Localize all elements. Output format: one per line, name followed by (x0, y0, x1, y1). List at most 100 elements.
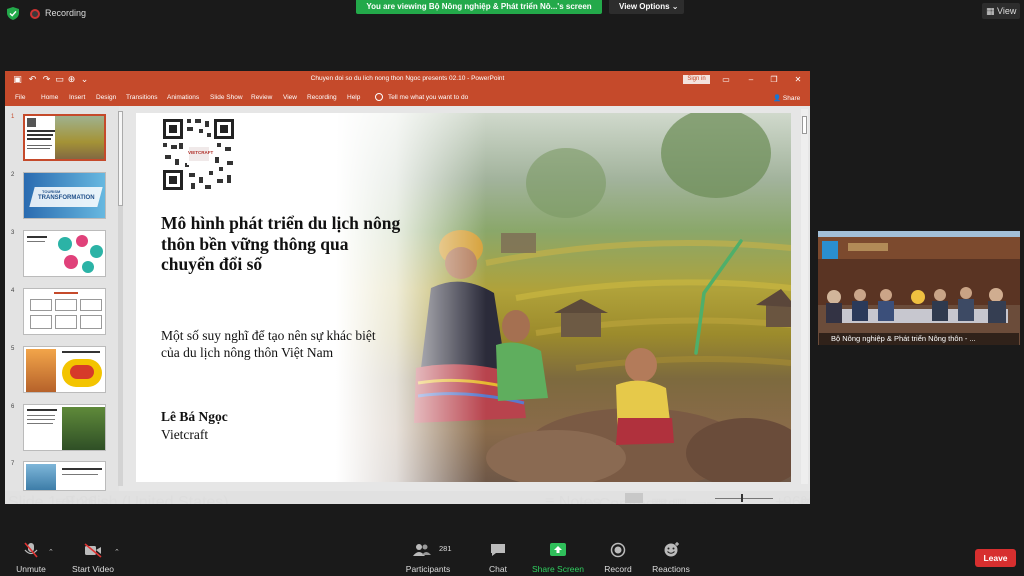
grid-icon: ▦ (986, 6, 995, 16)
thumb-text-line (27, 409, 57, 411)
lightbulb-icon[interactable] (375, 93, 383, 101)
thumb-photo (62, 407, 105, 450)
slide-sorter-icon[interactable]: ▦ (651, 494, 666, 504)
thumb-text-line (27, 148, 50, 149)
slide-subtitle[interactable]: Một số suy nghĩ để tạo nên sự khác biệt … (161, 328, 381, 361)
share-button[interactable]: 👤 Share (773, 94, 800, 102)
tab-animations[interactable]: Animations (167, 94, 199, 101)
thumb-number: 3 (11, 230, 15, 236)
fit-slide-icon[interactable]: ⊡ (800, 494, 810, 504)
slide-thumbnail-6[interactable] (23, 404, 106, 451)
thumb-number: 7 (11, 461, 15, 467)
slide-scrollbar[interactable] (801, 109, 808, 484)
thumb-text-line (27, 138, 51, 140)
qr-thumb-icon (27, 118, 36, 127)
slide-organization[interactable]: Vietcraft (161, 427, 208, 443)
thumb-text-line (27, 236, 47, 238)
chat-bubble-icon (491, 544, 505, 556)
microphone-muted-icon (24, 542, 38, 558)
share-label: Share (782, 95, 801, 102)
thumb-text-line (62, 474, 98, 475)
slide-author[interactable]: Lê Bá Ngọc (161, 409, 228, 425)
thumb-number: 1 (11, 114, 15, 120)
participants-icon (412, 544, 431, 556)
reading-view-icon[interactable]: ▥ (672, 494, 687, 504)
language-indicator[interactable]: English (United States) (65, 494, 229, 504)
tab-view[interactable]: View (283, 94, 297, 101)
current-slide[interactable]: VIETCRAFT Mô hình phát triển du lịch nôn… (136, 113, 791, 482)
view-options-button[interactable]: View Options ⌄ (609, 0, 684, 14)
participant-video-tile[interactable] (818, 231, 1020, 345)
thumb-bubble (58, 237, 72, 251)
tab-transitions[interactable]: Transitions (126, 94, 158, 101)
unmute-label: Unmute (16, 564, 46, 574)
thumb-box (55, 315, 77, 329)
tab-slide-show[interactable]: Slide Show (210, 94, 243, 101)
slide-title[interactable]: Mô hình phát triển du lịch nông thôn bền… (161, 213, 406, 275)
zoom-slider-handle[interactable] (741, 494, 743, 502)
zoom-out-icon[interactable]: – (707, 494, 716, 504)
thumb-bubble (76, 235, 88, 247)
record-label: Record (604, 564, 632, 574)
tab-home[interactable]: Home (41, 94, 58, 101)
thumb-text-line (27, 130, 55, 132)
thumb-bubble (82, 261, 94, 273)
thumb-text-line (27, 415, 55, 416)
thumb-text-line (27, 419, 55, 420)
tell-me-search[interactable]: Tell me what you want to do (388, 94, 468, 101)
participants-count: 281 (439, 544, 452, 553)
thumb-shape (70, 365, 94, 379)
slide-thumbnail-1[interactable] (23, 114, 106, 161)
tab-design[interactable]: Design (96, 94, 116, 101)
sign-in-button[interactable]: Sign in (683, 75, 710, 84)
tab-insert[interactable]: Insert (69, 94, 85, 101)
reactions-label: Reactions (652, 564, 690, 574)
chat-label: Chat (489, 564, 507, 574)
ribbon-display-icon[interactable]: ▭ (720, 74, 732, 85)
thumb-text: TOURISM (42, 189, 61, 194)
slide-thumbnail-3[interactable] (23, 230, 106, 277)
view-button[interactable]: ▦ View (982, 3, 1020, 19)
slide-thumbnail-5[interactable] (23, 346, 106, 393)
slide-thumbnail-2[interactable]: TOURISM TRANSFORMATION (23, 172, 106, 219)
zoom-slider[interactable] (715, 498, 773, 499)
thumb-bubble (90, 245, 103, 258)
recording-label[interactable]: Recording (45, 8, 86, 18)
slide-thumbnail-7[interactable] (23, 461, 106, 491)
thumb-bubble (64, 255, 78, 269)
video-options-chevron-icon[interactable]: ⌃ (114, 548, 120, 556)
participants-label: Participants (405, 564, 451, 574)
restore-icon[interactable]: ❐ (768, 74, 780, 85)
leave-button[interactable]: Leave (975, 549, 1016, 567)
recording-icon (30, 9, 40, 19)
thumb-number: 5 (11, 346, 15, 352)
security-shield-icon[interactable] (7, 7, 19, 20)
thumb-text-line (54, 292, 78, 294)
start-video-label: Start Video (72, 564, 114, 574)
record-icon (610, 542, 626, 558)
share-screen-icon (550, 543, 566, 556)
tab-help[interactable]: Help (347, 94, 360, 101)
thumb-box (30, 299, 52, 311)
slide-scrollbar-thumb[interactable] (802, 116, 807, 134)
thumb-number: 4 (11, 288, 15, 294)
tab-recording[interactable]: Recording (307, 94, 337, 101)
close-icon[interactable]: ✕ (792, 74, 804, 85)
video-camera-off-icon (84, 543, 102, 558)
audio-options-chevron-icon[interactable]: ⌃ (48, 548, 54, 556)
thumb-number: 2 (11, 172, 15, 178)
thumb-box (80, 299, 102, 311)
slideshow-view-icon[interactable]: ▭ (692, 494, 707, 504)
viewing-screen-banner: You are viewing Bộ Nông nghiệp & Phát tr… (356, 0, 602, 14)
thumb-text-line (27, 134, 53, 136)
tab-review[interactable]: Review (251, 94, 272, 101)
slide-thumbnail-4[interactable] (23, 288, 106, 335)
tab-file[interactable]: File (15, 94, 25, 101)
qr-code[interactable]: VIETCRAFT (161, 117, 236, 192)
view-options-label: View Options (619, 2, 670, 11)
thumb-text-line (27, 145, 52, 146)
thumb-text-line (62, 468, 102, 470)
thumb-number: 6 (11, 404, 15, 410)
normal-view-icon[interactable] (625, 493, 643, 503)
minimize-icon[interactable]: – (745, 74, 757, 85)
